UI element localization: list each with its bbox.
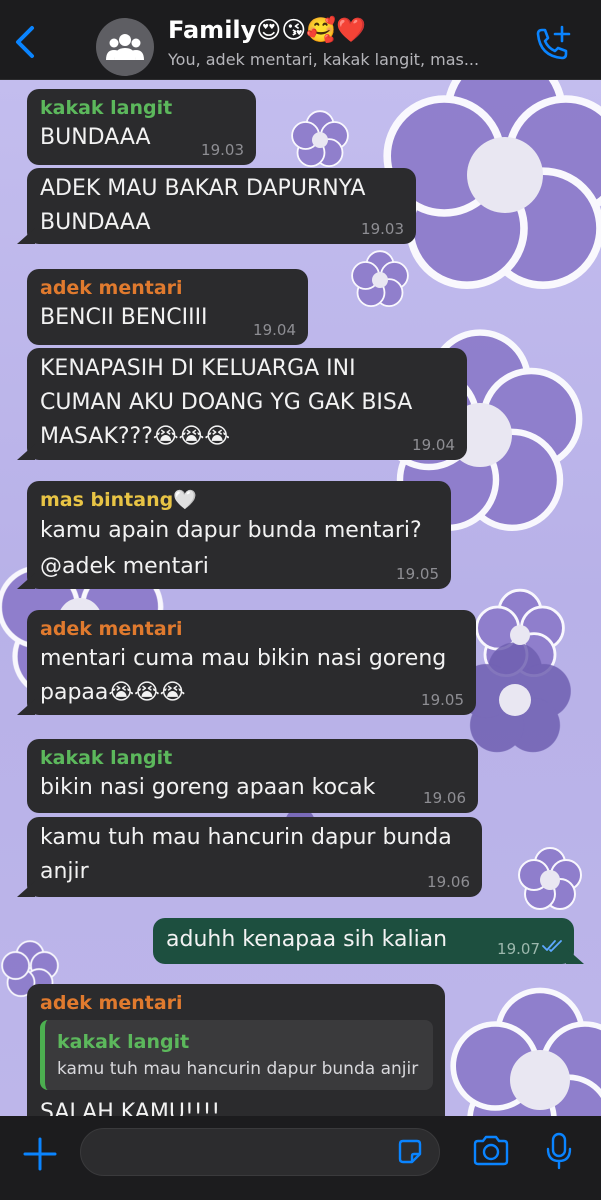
camera-icon[interactable] — [472, 1134, 510, 1172]
read-ticks-icon — [542, 938, 564, 957]
message-time: 19.03 — [201, 141, 244, 159]
message-text: kamu apain dapur bunda mentari? @adek me… — [40, 518, 422, 579]
message-bubble[interactable]: mas bintang🤍 kamu apain dapur bunda ment… — [27, 481, 451, 589]
plus-icon[interactable] — [22, 1136, 58, 1176]
message-text: mentari cuma mau bikin nasi goreng papaa… — [40, 646, 447, 705]
microphone-icon[interactable] — [546, 1132, 572, 1174]
message-bubble[interactable]: ADEK MAU BAKAR DAPURNYA BUNDAAA 19.03 — [27, 168, 416, 244]
sticker-icon[interactable] — [396, 1138, 424, 1170]
message-sender[interactable]: adek mentari — [40, 616, 464, 642]
outgoing-message-bubble[interactable]: aduhh kenapaa sih kalian 19.07 — [153, 918, 574, 964]
message-time: 19.04 — [412, 436, 455, 454]
message-sender[interactable]: mas bintang🤍 — [40, 487, 439, 513]
add-call-icon[interactable] — [530, 24, 574, 64]
message-bubble[interactable]: kakak langit bikin nasi goreng apaan koc… — [27, 739, 478, 813]
chevron-left-icon[interactable] — [10, 22, 42, 62]
message-bubble[interactable]: adek mentari BENCII BENCIIII 19.04 — [27, 269, 308, 345]
chat-title[interactable]: Family😍😘🥰❤️ — [168, 16, 366, 44]
message-text: KENAPASIH DI KELUARGA INI CUMAN AKU DOAN… — [40, 356, 413, 449]
message-bubble[interactable]: kamu tuh mau hancurin dapur bunda anjir … — [27, 817, 482, 897]
message-input[interactable] — [80, 1128, 440, 1176]
chat-area[interactable]: kakak langit BUNDAAA 19.03 ADEK MAU BAKA… — [0, 80, 601, 1116]
quoted-text: kamu tuh mau hancurin dapur bunda anjir — [57, 1059, 419, 1079]
message-text: kamu tuh mau hancurin dapur bunda anjir — [40, 825, 452, 884]
message-time: 19.05 — [396, 565, 439, 583]
group-avatar[interactable] — [96, 18, 154, 76]
message-bubble[interactable]: KENAPASIH DI KELUARGA INI CUMAN AKU DOAN… — [27, 348, 467, 460]
message-time: 19.03 — [361, 220, 404, 238]
message-time: 19.06 — [423, 789, 466, 807]
input-bar — [0, 1116, 601, 1200]
message-time: 19.07 — [497, 940, 540, 958]
message-sender[interactable]: adek mentari — [40, 990, 433, 1016]
group-icon — [106, 34, 144, 60]
message-time: 19.06 — [427, 873, 470, 891]
message-time: 19.04 — [253, 321, 296, 339]
message-text: ADEK MAU BAKAR DAPURNYA BUNDAAA — [40, 176, 366, 235]
message-bubble[interactable]: kakak langit BUNDAAA 19.03 — [27, 89, 256, 165]
chat-header: Family😍😘🥰❤️ You, adek mentari, kakak lan… — [0, 0, 601, 80]
message-sender[interactable]: kakak langit — [40, 745, 466, 771]
message-bubble[interactable]: adek mentari mentari cuma mau bikin nasi… — [27, 610, 476, 715]
quoted-message[interactable]: kakak langit kamu tuh mau hancurin dapur… — [40, 1020, 433, 1090]
message-text: bikin nasi goreng apaan kocak — [40, 775, 376, 800]
message-bubble[interactable]: adek mentari kakak langit kamu tuh mau h… — [27, 984, 445, 1116]
message-time: 19.05 — [421, 691, 464, 709]
message-sender[interactable]: kakak langit — [40, 95, 244, 121]
message-sender[interactable]: adek mentari — [40, 275, 296, 301]
message-text: SALAH KAMU!!!! — [40, 1100, 221, 1116]
chat-participants[interactable]: You, adek mentari, kakak langit, mas... — [168, 50, 479, 69]
quoted-sender: kakak langit — [57, 1031, 190, 1053]
